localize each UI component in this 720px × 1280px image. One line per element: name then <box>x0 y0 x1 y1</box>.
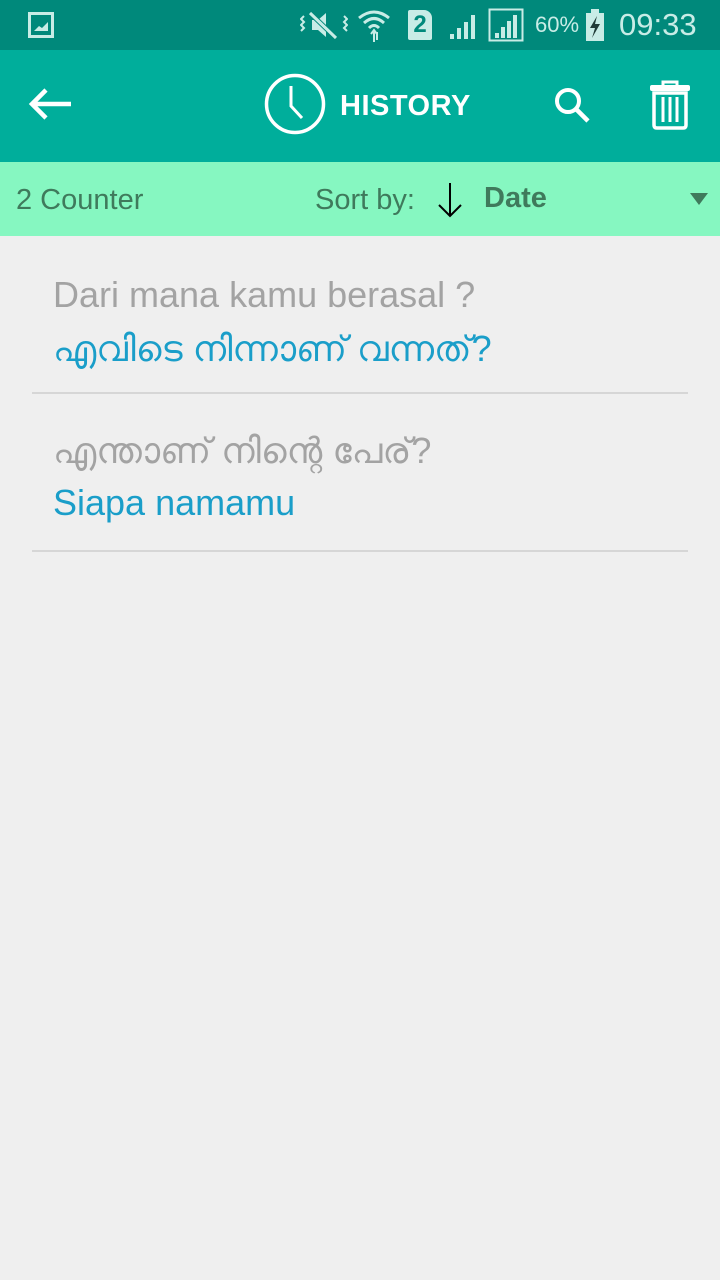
sim-label: 2 <box>408 10 432 40</box>
battery-percent: 60% <box>535 12 580 37</box>
signal-icon <box>488 0 524 50</box>
clock-time: 09:33 <box>619 7 697 42</box>
arrow-left-icon <box>27 87 73 126</box>
source-text: Dari mana kamu berasal ? <box>53 274 476 315</box>
sort-bar: 2 Counter Sort by: Date <box>0 162 720 236</box>
search-icon <box>553 86 591 129</box>
history-list: Dari mana kamu berasal ? എവിടെ നിന്നാണ് … <box>32 236 688 552</box>
arrow-down-icon <box>437 183 463 222</box>
trash-icon <box>649 80 691 135</box>
page-title: HISTORY <box>264 73 471 140</box>
caret-down-icon <box>690 193 708 205</box>
sort-direction-toggle[interactable] <box>437 182 463 218</box>
sort-by-label: Sort by: <box>315 184 415 216</box>
back-button[interactable] <box>20 80 80 132</box>
sort-field-value: Date <box>484 182 547 214</box>
status-bar: 2 60% 09:33 <box>0 0 720 50</box>
clock-icon <box>264 73 326 140</box>
sort-field-dropdown[interactable]: Date <box>484 162 720 236</box>
wifi-icon <box>357 0 391 50</box>
source-text: എന്താണ് നിന്റെ പേര്? <box>53 430 432 471</box>
battery-charging-icon <box>585 0 605 50</box>
signal-icon <box>448 0 482 50</box>
search-button[interactable] <box>545 80 599 134</box>
page-title-text: HISTORY <box>340 89 471 122</box>
sim-2-icon: 2 <box>408 0 432 50</box>
delete-all-button[interactable] <box>643 78 697 136</box>
translation-text: എവിടെ നിന്നാണ് വന്നത്? <box>53 328 492 369</box>
list-item[interactable]: എന്താണ് നിന്റെ പേര്? Siapa namamu <box>32 394 688 552</box>
history-counter: 2 Counter <box>16 184 144 216</box>
gallery-icon <box>28 0 54 50</box>
translation-text: Siapa namamu <box>53 482 296 523</box>
app-bar: HISTORY <box>0 50 720 162</box>
mute-vibrate-icon <box>300 0 348 50</box>
list-item[interactable]: Dari mana kamu berasal ? എവിടെ നിന്നാണ് … <box>32 236 688 394</box>
